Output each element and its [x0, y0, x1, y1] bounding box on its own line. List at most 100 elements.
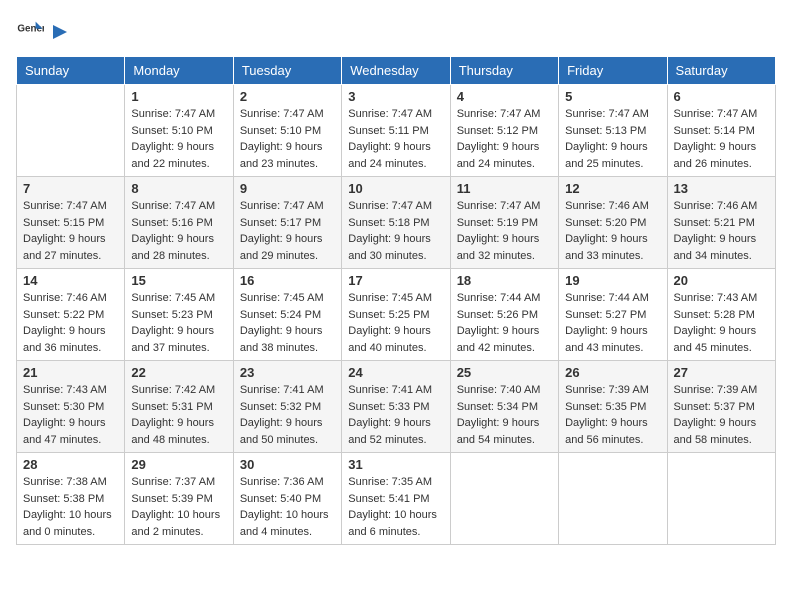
calendar-cell: 23Sunrise: 7:41 AMSunset: 5:32 PMDayligh…	[233, 361, 341, 453]
day-info: Sunrise: 7:41 AMSunset: 5:33 PMDaylight:…	[348, 382, 443, 448]
calendar-week-row: 14 Sunrise: 7:46 AMSunset: 5:22 PMDayligh…	[17, 269, 776, 361]
day-number: 17	[348, 273, 443, 288]
day-number: 30	[240, 457, 335, 472]
day-number: 8	[131, 181, 226, 196]
calendar-week-row: 28 Sunrise: 7:38 AMSunset: 5:38 PMDayligh…	[17, 453, 776, 545]
logo: General	[16, 16, 71, 44]
calendar-cell: 25 Sunrise: 7:40 AMSunset: 5:34 PMDayligh…	[450, 361, 558, 453]
day-number: 4	[457, 89, 552, 104]
calendar-cell: 26 Sunrise: 7:39 AMSunset: 5:35 PMDayligh…	[559, 361, 667, 453]
day-number: 12	[565, 181, 660, 196]
calendar-cell: 10Sunrise: 7:47 AMSunset: 5:18 PMDayligh…	[342, 177, 450, 269]
calendar-cell	[450, 453, 558, 545]
day-number: 11	[457, 181, 552, 196]
day-number: 22	[131, 365, 226, 380]
calendar-cell: 30 Sunrise: 7:36 AMSunset: 5:40 PMDayligh…	[233, 453, 341, 545]
calendar-header-thursday: Thursday	[450, 57, 558, 85]
calendar-cell: 9Sunrise: 7:47 AMSunset: 5:17 PMDaylight…	[233, 177, 341, 269]
day-number: 31	[348, 457, 443, 472]
calendar-cell: 4Sunrise: 7:47 AMSunset: 5:12 PMDaylight…	[450, 85, 558, 177]
calendar-cell: 7Sunrise: 7:47 AMSunset: 5:15 PMDaylight…	[17, 177, 125, 269]
calendar-cell: 15 Sunrise: 7:45 AMSunset: 5:23 PMDayligh…	[125, 269, 233, 361]
day-number: 9	[240, 181, 335, 196]
calendar-cell	[559, 453, 667, 545]
day-info: Sunrise: 7:45 AMSunset: 5:23 PMDaylight:…	[131, 290, 226, 356]
calendar-cell: 27 Sunrise: 7:39 AMSunset: 5:37 PMDayligh…	[667, 361, 775, 453]
calendar-cell: 5Sunrise: 7:47 AMSunset: 5:13 PMDaylight…	[559, 85, 667, 177]
calendar-header-friday: Friday	[559, 57, 667, 85]
svg-text:General: General	[17, 23, 44, 34]
day-info: Sunrise: 7:40 AMSunset: 5:34 PMDaylight:…	[457, 382, 552, 448]
calendar-cell: 28 Sunrise: 7:38 AMSunset: 5:38 PMDayligh…	[17, 453, 125, 545]
calendar-header-sunday: Sunday	[17, 57, 125, 85]
day-info: Sunrise: 7:45 AMSunset: 5:25 PMDaylight:…	[348, 290, 443, 356]
day-number: 14	[23, 273, 118, 288]
day-number: 26	[565, 365, 660, 380]
day-info: Sunrise: 7:37 AMSunset: 5:39 PMDaylight:…	[131, 474, 226, 540]
day-number: 1	[131, 89, 226, 104]
day-number: 20	[674, 273, 769, 288]
day-info: Sunrise: 7:45 AMSunset: 5:24 PMDaylight:…	[240, 290, 335, 356]
day-info: Sunrise: 7:43 AMSunset: 5:30 PMDaylight:…	[23, 382, 118, 448]
day-info: Sunrise: 7:46 AMSunset: 5:21 PMDaylight:…	[674, 198, 769, 264]
calendar-cell: 8 Sunrise: 7:47 AMSunset: 5:16 PMDaylight…	[125, 177, 233, 269]
day-number: 5	[565, 89, 660, 104]
day-info: Sunrise: 7:43 AMSunset: 5:28 PMDaylight:…	[674, 290, 769, 356]
day-number: 10	[348, 181, 443, 196]
day-info: Sunrise: 7:47 AMSunset: 5:10 PMDaylight:…	[131, 106, 226, 172]
calendar-cell: 3 Sunrise: 7:47 AMSunset: 5:11 PMDaylight…	[342, 85, 450, 177]
calendar-week-row: 21 Sunrise: 7:43 AMSunset: 5:30 PMDayligh…	[17, 361, 776, 453]
day-number: 21	[23, 365, 118, 380]
calendar-cell: 12Sunrise: 7:46 AMSunset: 5:20 PMDayligh…	[559, 177, 667, 269]
calendar-cell: 16Sunrise: 7:45 AMSunset: 5:24 PMDayligh…	[233, 269, 341, 361]
day-number: 15	[131, 273, 226, 288]
day-number: 29	[131, 457, 226, 472]
calendar-cell: 11 Sunrise: 7:47 AMSunset: 5:19 PMDayligh…	[450, 177, 558, 269]
calendar-header-row: SundayMondayTuesdayWednesdayThursdayFrid…	[17, 57, 776, 85]
calendar-cell: 24 Sunrise: 7:41 AMSunset: 5:33 PMDayligh…	[342, 361, 450, 453]
page-header: General	[16, 16, 776, 44]
calendar-cell: 1 Sunrise: 7:47 AMSunset: 5:10 PMDaylight…	[125, 85, 233, 177]
calendar-header-monday: Monday	[125, 57, 233, 85]
calendar-cell: 20 Sunrise: 7:43 AMSunset: 5:28 PMDayligh…	[667, 269, 775, 361]
calendar-week-row: 1 Sunrise: 7:47 AMSunset: 5:10 PMDaylight…	[17, 85, 776, 177]
day-info: Sunrise: 7:46 AMSunset: 5:22 PMDaylight:…	[23, 290, 118, 356]
day-info: Sunrise: 7:47 AMSunset: 5:19 PMDaylight:…	[457, 198, 552, 264]
calendar-cell: 21 Sunrise: 7:43 AMSunset: 5:30 PMDayligh…	[17, 361, 125, 453]
logo-icon: General	[16, 16, 44, 44]
day-info: Sunrise: 7:42 AMSunset: 5:31 PMDaylight:…	[131, 382, 226, 448]
calendar-cell: 13Sunrise: 7:46 AMSunset: 5:21 PMDayligh…	[667, 177, 775, 269]
day-number: 19	[565, 273, 660, 288]
day-info: Sunrise: 7:47 AMSunset: 5:11 PMDaylight:…	[348, 106, 443, 172]
day-info: Sunrise: 7:35 AMSunset: 5:41 PMDaylight:…	[348, 474, 443, 540]
day-info: Sunrise: 7:47 AMSunset: 5:16 PMDaylight:…	[131, 198, 226, 264]
calendar-cell	[667, 453, 775, 545]
calendar-week-row: 7Sunrise: 7:47 AMSunset: 5:15 PMDaylight…	[17, 177, 776, 269]
day-info: Sunrise: 7:39 AMSunset: 5:35 PMDaylight:…	[565, 382, 660, 448]
calendar-cell: 31 Sunrise: 7:35 AMSunset: 5:41 PMDayligh…	[342, 453, 450, 545]
calendar-cell: 6 Sunrise: 7:47 AMSunset: 5:14 PMDaylight…	[667, 85, 775, 177]
calendar-header-tuesday: Tuesday	[233, 57, 341, 85]
day-number: 27	[674, 365, 769, 380]
day-number: 25	[457, 365, 552, 380]
calendar-cell: 14 Sunrise: 7:46 AMSunset: 5:22 PMDayligh…	[17, 269, 125, 361]
day-number: 6	[674, 89, 769, 104]
day-info: Sunrise: 7:44 AMSunset: 5:27 PMDaylight:…	[565, 290, 660, 356]
day-number: 24	[348, 365, 443, 380]
calendar-header-saturday: Saturday	[667, 57, 775, 85]
day-info: Sunrise: 7:44 AMSunset: 5:26 PMDaylight:…	[457, 290, 552, 356]
day-info: Sunrise: 7:47 AMSunset: 5:14 PMDaylight:…	[674, 106, 769, 172]
day-info: Sunrise: 7:36 AMSunset: 5:40 PMDaylight:…	[240, 474, 335, 540]
day-info: Sunrise: 7:41 AMSunset: 5:32 PMDaylight:…	[240, 382, 335, 448]
day-number: 18	[457, 273, 552, 288]
day-number: 28	[23, 457, 118, 472]
day-number: 3	[348, 89, 443, 104]
calendar-table: SundayMondayTuesdayWednesdayThursdayFrid…	[16, 56, 776, 545]
calendar-cell	[17, 85, 125, 177]
calendar-cell: 2Sunrise: 7:47 AMSunset: 5:10 PMDaylight…	[233, 85, 341, 177]
calendar-cell: 19 Sunrise: 7:44 AMSunset: 5:27 PMDayligh…	[559, 269, 667, 361]
day-info: Sunrise: 7:39 AMSunset: 5:37 PMDaylight:…	[674, 382, 769, 448]
calendar-cell: 29 Sunrise: 7:37 AMSunset: 5:39 PMDayligh…	[125, 453, 233, 545]
day-info: Sunrise: 7:38 AMSunset: 5:38 PMDaylight:…	[23, 474, 118, 540]
day-info: Sunrise: 7:47 AMSunset: 5:15 PMDaylight:…	[23, 198, 118, 264]
